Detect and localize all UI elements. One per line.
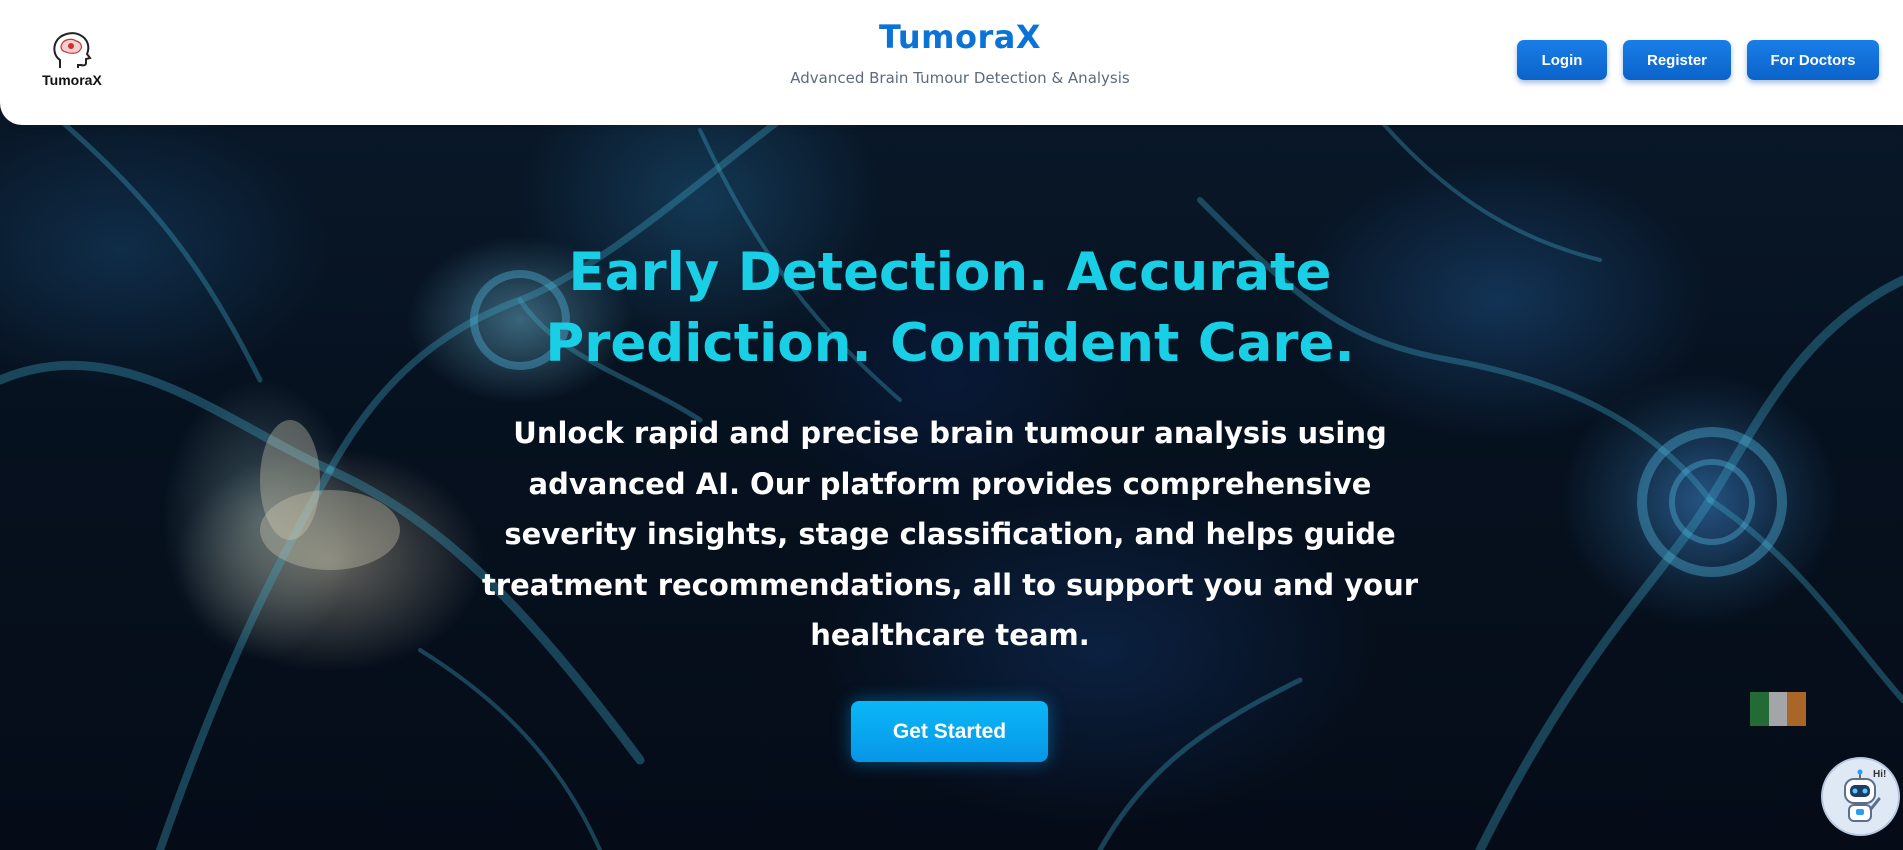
top-navigation-bar: TumoraX TumoraX Advanced Brain Tumour De…: [0, 0, 1903, 125]
get-started-button[interactable]: Get Started: [851, 701, 1048, 762]
brand-tagline: Advanced Brain Tumour Detection & Analys…: [790, 69, 1130, 87]
for-doctors-button[interactable]: For Doctors: [1747, 40, 1879, 80]
flag-decoration: [1750, 692, 1807, 726]
chatbot-launcher[interactable]: Hi!: [1821, 757, 1900, 836]
login-button[interactable]: Login: [1517, 40, 1607, 80]
register-button[interactable]: Register: [1623, 40, 1731, 80]
brand-title: TumoraX: [879, 18, 1041, 56]
hero-title: Early Detection. Accurate Prediction. Co…: [545, 242, 1355, 374]
robot-icon: Hi!: [1844, 769, 1886, 822]
chatbot-badge: Hi!: [1873, 769, 1886, 780]
hero-description: Unlock rapid and precise brain tumour an…: [481, 416, 1419, 652]
